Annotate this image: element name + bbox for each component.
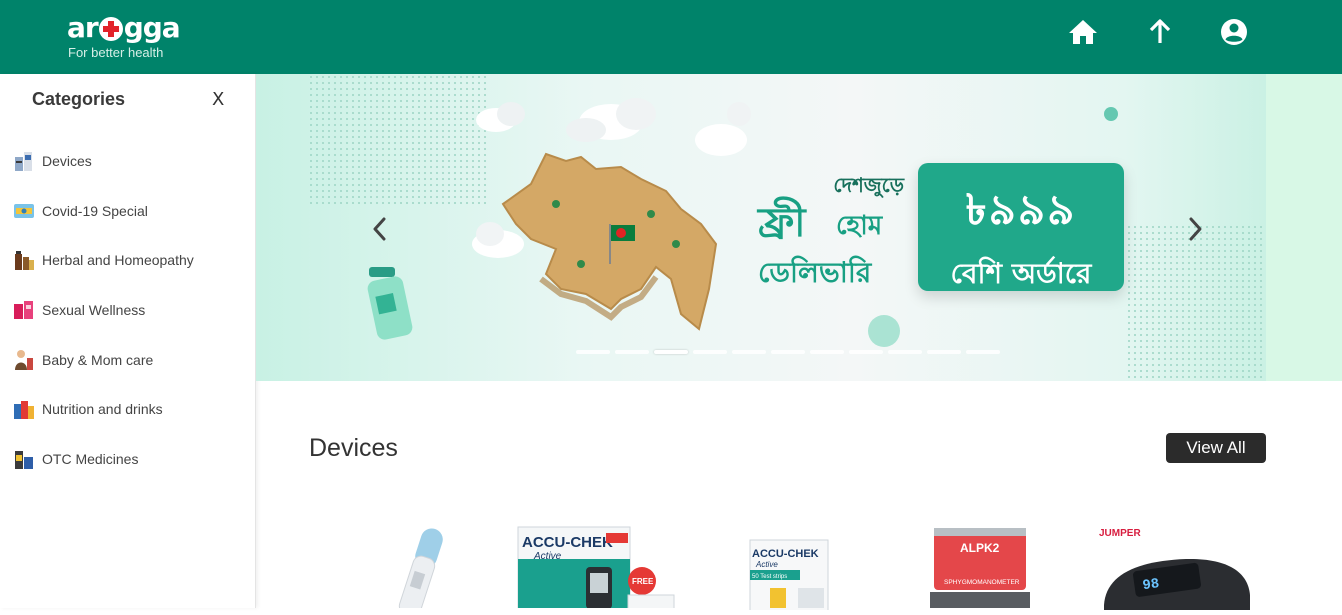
logo-cross-icon	[98, 17, 123, 41]
promo-line-delivery: ডেলিভারি	[758, 256, 872, 289]
home-icon[interactable]	[1068, 17, 1098, 47]
alpk2-note-text: SPHYGMOMANOMETER	[944, 579, 1020, 586]
oximeter-reading-text: 98	[1142, 576, 1161, 594]
carousel-indicator-6[interactable]	[771, 350, 805, 354]
accu-chek-kit-image: ACCU-CHEK Active FREE	[517, 526, 675, 613]
product-card-thermometer[interactable]	[388, 528, 458, 615]
sidebar-item-devices[interactable]: Devices	[12, 148, 92, 174]
carousel-indicator-2[interactable]	[615, 350, 649, 354]
sidebar-title: Categories	[32, 89, 126, 109]
jumper-brand-text: JUMPER	[1099, 528, 1141, 539]
herbal-thumb	[12, 248, 36, 272]
dot-pattern	[1126, 224, 1266, 381]
strips-brand-text: ACCU-CHEK	[752, 548, 819, 560]
sidebar-item-herbal-and-homeopathy[interactable]: Herbal and Homeopathy	[12, 247, 194, 273]
kit-brand-text: ACCU-CHEK	[522, 534, 613, 551]
product-card-accu-chek-strips[interactable]: ACCU-CHEK Active 50 Test strips	[748, 538, 833, 615]
sidebar-item-otc-medicines[interactable]: OTC Medicines	[12, 446, 138, 472]
promo-price: ৳৯৯৯	[965, 185, 1077, 234]
product-card-jumper-oximeter[interactable]: JUMPER 98	[1096, 525, 1256, 615]
promo-banner-carousel[interactable]: দেশজুড়ে ফ্রী হোম ডেলিভারি ৳৯৯৯ বেশি অর্…	[256, 74, 1342, 381]
promo-line-home: হোম	[836, 211, 883, 241]
kit-sub-text: Active	[533, 551, 562, 562]
thermometer-image	[398, 528, 443, 615]
arrow-up-icon[interactable]	[1145, 17, 1175, 47]
sidebar-item-covid-19-special[interactable]: Covid-19 Special	[12, 198, 148, 224]
strips-note-text: 50 Test strips	[752, 574, 787, 580]
alpk2-brand-text: ALPK2	[960, 541, 1000, 555]
decor-circle	[868, 315, 900, 347]
view-all-button[interactable]: View All	[1166, 433, 1266, 463]
alpk2-image: ALPK2 SPHYGMOMANOMETER	[930, 528, 1030, 608]
section-title-devices: Devices	[309, 434, 398, 462]
carousel-indicator-3[interactable]	[654, 350, 688, 354]
promo-price-card: ৳৯৯৯ বেশি অর্ডারে	[918, 163, 1124, 291]
categories-sidebar: Categories X Devices Covid-19 Special He…	[0, 74, 256, 608]
product-card-accu-chek-kit[interactable]: ACCU-CHEK Active FREE	[516, 523, 676, 613]
carousel-next-button[interactable]	[1180, 214, 1210, 244]
covid-thumb	[12, 199, 36, 223]
bangladesh-map-illustration	[501, 152, 718, 331]
sidebar-item-sexual-wellness[interactable]: Sexual Wellness	[12, 297, 145, 323]
promo-price-sub: বেশি অর্ডারে	[950, 257, 1092, 290]
carousel-indicator-11[interactable]	[966, 350, 1000, 354]
logo-wordmark: ar gga	[67, 11, 181, 44]
carousel-indicator-8[interactable]	[849, 350, 883, 354]
arogga-logo[interactable]: ar gga For better health	[67, 11, 181, 61]
carousel-indicator-7[interactable]	[810, 350, 844, 354]
carousel-indicator-9[interactable]	[888, 350, 922, 354]
carousel-indicator-1[interactable]	[576, 350, 610, 354]
promo-line-free: ফ্রী	[758, 200, 806, 246]
otc-thumb	[12, 447, 36, 471]
logo-tagline: For better health	[68, 45, 164, 60]
kit-badge-text: FREE	[632, 577, 654, 586]
baby-thumb	[12, 348, 36, 372]
top-header: ar gga For better health	[0, 0, 1342, 74]
accu-chek-strips-image: ACCU-CHEK Active 50 Test strips	[749, 539, 829, 613]
carousel-indicator-4[interactable]	[693, 350, 727, 354]
sidebar-item-baby-mom-care[interactable]: Baby & Mom care	[12, 347, 153, 373]
account-icon[interactable]	[1219, 17, 1249, 47]
wellness-thumb	[12, 298, 36, 322]
medicine-bottle-illustration	[367, 267, 413, 340]
dot-pattern	[308, 74, 488, 204]
chevron-right-icon	[1189, 217, 1202, 241]
carousel-indicator-10[interactable]	[927, 350, 961, 354]
chevron-left-icon	[373, 217, 386, 241]
carousel-indicators	[576, 350, 1000, 354]
sidebar-item-nutrition-and-drinks[interactable]: Nutrition and drinks	[12, 396, 163, 422]
decor-circle	[1104, 107, 1118, 121]
jumper-oximeter-image: JUMPER 98	[1099, 528, 1250, 615]
banner-edge-panel	[1266, 74, 1342, 381]
strips-sub-text: Active	[755, 560, 778, 569]
product-card-alpk2-sphygmomanometer[interactable]: ALPK2 SPHYGMOMANOMETER	[930, 528, 1030, 613]
promo-line-nationwide: দেশজুড়ে	[833, 173, 904, 197]
carousel-prev-button[interactable]	[365, 214, 395, 244]
nutrition-thumb	[12, 397, 36, 421]
devices-thumb	[12, 149, 36, 173]
carousel-indicator-5[interactable]	[732, 350, 766, 354]
close-sidebar-button[interactable]: X	[212, 89, 224, 110]
